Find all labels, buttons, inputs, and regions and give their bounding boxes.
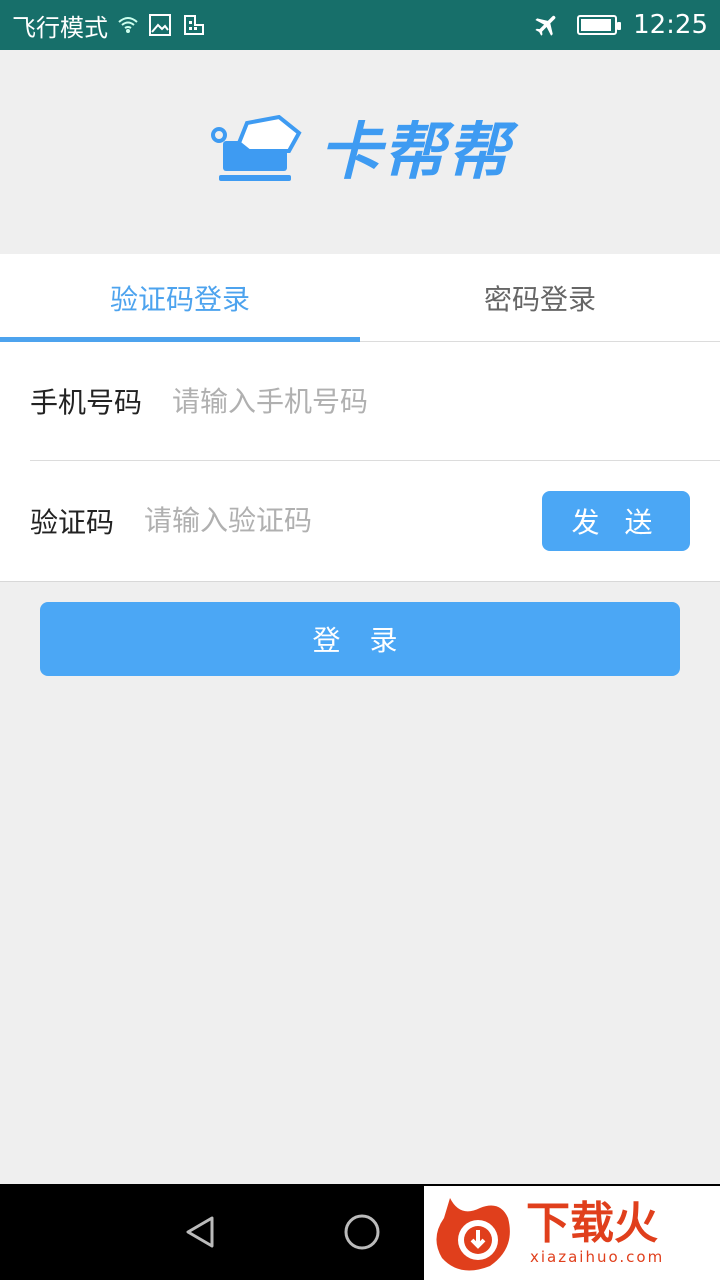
- wifi-icon: [118, 16, 138, 34]
- header: 卡帮帮: [0, 50, 720, 254]
- airplane-icon: [533, 11, 561, 39]
- code-row: 验证码 发 送: [30, 461, 720, 580]
- login-button[interactable]: 登 录: [40, 602, 680, 676]
- code-label: 验证码: [30, 505, 115, 539]
- watermark-url: xiazaihuo.com: [530, 1248, 665, 1266]
- login-form: 手机号码 验证码 发 送: [0, 342, 720, 582]
- home-icon[interactable]: [342, 1212, 382, 1252]
- tab-password-login[interactable]: 密码登录: [360, 254, 720, 341]
- phone-row: 手机号码: [30, 342, 720, 461]
- status-bar: 飞行模式 12:25: [0, 0, 720, 50]
- logo-icon: [209, 114, 305, 189]
- code-input[interactable]: [142, 489, 507, 552]
- app-logo: 卡帮帮: [209, 114, 511, 189]
- phone-label: 手机号码: [30, 386, 143, 419]
- watermark-title: 下载火: [526, 1198, 658, 1249]
- send-code-button[interactable]: 发 送: [542, 490, 690, 551]
- image-icon: [148, 13, 172, 37]
- logo-text: 卡帮帮: [318, 115, 511, 188]
- clock: 12:25: [633, 10, 708, 40]
- status-bar-left: 飞行模式: [12, 8, 206, 43]
- phone-input[interactable]: [170, 370, 655, 432]
- sim-icon: [182, 13, 206, 37]
- flame-logo-icon: [430, 1188, 516, 1278]
- airplane-mode-label: 飞行模式: [12, 13, 108, 42]
- back-icon[interactable]: [180, 1212, 220, 1252]
- watermark: 下载火 xiazaihuo.com: [424, 1186, 720, 1280]
- status-bar-right: 12:25: [533, 10, 708, 40]
- battery-icon: [577, 15, 622, 35]
- tab-sms-login[interactable]: 验证码登录: [0, 254, 360, 342]
- watermark-text: 下载火 xiazaihuo.com: [526, 1198, 665, 1267]
- login-tabs: 验证码登录 密码登录: [0, 254, 720, 342]
